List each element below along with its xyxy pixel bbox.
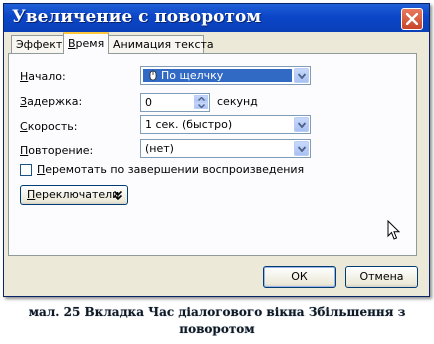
dropdown-arrow-icon	[298, 146, 306, 152]
spin-up-button[interactable]	[194, 95, 208, 102]
start-select-value: По щелчку	[161, 69, 224, 82]
figure-caption: мал. 25 Вкладка Час діалогового вікна Зб…	[28, 305, 406, 336]
cancel-button-label: Отмена	[359, 270, 404, 283]
mouse-cursor-icon	[387, 220, 401, 240]
tab-effect-label: Эффект	[16, 38, 63, 51]
tab-effect[interactable]: Эффект	[11, 35, 64, 53]
delay-label-mnemonic: З	[20, 95, 28, 108]
start-dropdown-arrow[interactable]	[294, 68, 309, 83]
repeat-dropdown-arrow[interactable]	[294, 141, 309, 156]
repeat-label: Повторение:	[20, 144, 93, 157]
rewind-label[interactable]: Перемотать по завершении воспроизведения	[37, 163, 304, 176]
triggers-button[interactable]: Переключатели	[20, 185, 128, 205]
delay-value: 0	[145, 96, 152, 109]
close-icon	[406, 13, 418, 25]
mouse-click-icon	[149, 70, 157, 81]
start-select-highlight: По щелчку	[143, 69, 292, 82]
dialog-title: Увеличение с поворотом	[12, 7, 262, 27]
speed-label-mnemonic: С	[20, 120, 28, 133]
dropdown-arrow-icon	[298, 73, 306, 79]
close-button[interactable]	[401, 8, 423, 30]
start-label-text: ачало:	[28, 70, 66, 83]
tab-timing[interactable]: Время	[63, 32, 109, 54]
delay-spin-buttons	[194, 95, 208, 110]
speed-label: Скорость:	[20, 120, 77, 133]
triggers-button-label: Переключатели	[27, 186, 119, 204]
repeat-select[interactable]: (нет)	[140, 139, 311, 158]
tab-timing-mnemonic: В	[68, 37, 76, 50]
rewind-checkbox[interactable]	[20, 164, 32, 176]
delay-spinner[interactable]: 0	[140, 93, 210, 112]
dropdown-arrow-icon	[298, 122, 306, 128]
ok-button[interactable]: ОК	[263, 266, 336, 288]
delay-unit: секунд	[217, 95, 258, 108]
chevron-double-down-icon	[114, 191, 122, 200]
delay-label-text: адержка:	[27, 95, 83, 108]
speed-select[interactable]: 1 сек. (быстро)	[140, 115, 311, 134]
speed-label-text: корость:	[27, 120, 78, 133]
spin-up-icon	[198, 97, 205, 101]
speed-select-value: 1 сек. (быстро)	[145, 118, 233, 131]
title-bar[interactable]: Увеличение с поворотом	[4, 4, 429, 32]
ok-button-label: ОК	[291, 270, 308, 283]
start-label: Начало:	[20, 70, 66, 83]
tab-timing-label: ремя	[75, 37, 105, 50]
repeat-select-value: (нет)	[145, 142, 174, 155]
spin-down-button[interactable]	[194, 102, 208, 109]
delay-label: Задержка:	[20, 95, 82, 108]
tab-text-animation[interactable]: Анимация текста	[108, 35, 214, 53]
spin-down-icon	[198, 104, 205, 108]
start-select[interactable]: По щелчку	[140, 66, 311, 85]
speed-dropdown-arrow[interactable]	[294, 117, 309, 132]
tab-text-animation-label: Анимация текста	[113, 38, 214, 51]
triggers-label-text: ереключатели	[35, 188, 120, 201]
rewind-label-text: еремотать по завершении воспроизведения	[45, 163, 305, 176]
repeat-label-text: овторение:	[28, 144, 94, 157]
cancel-button[interactable]: Отмена	[345, 266, 418, 288]
